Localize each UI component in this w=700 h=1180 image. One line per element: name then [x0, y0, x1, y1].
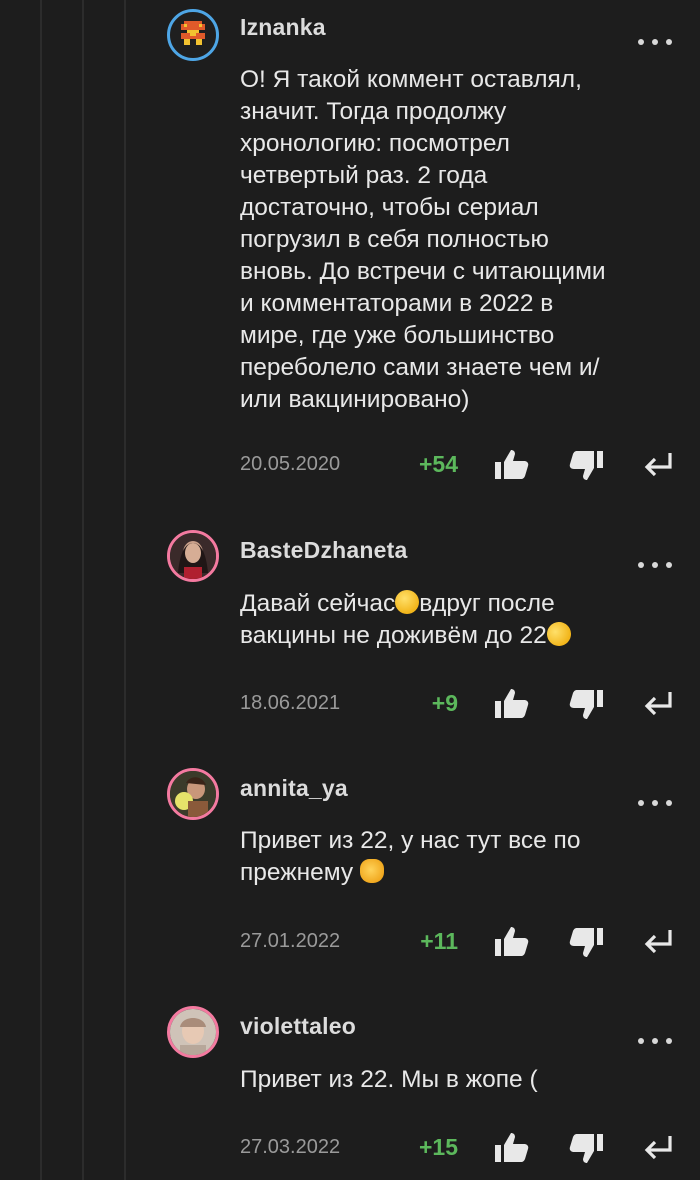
- comment-text-part: вдруг после: [419, 590, 555, 617]
- comment-date: 20.05.2020: [240, 453, 341, 475]
- comment-text-line: погрузил в себя полностью: [240, 226, 549, 253]
- thread-line: [82, 0, 84, 1180]
- comment-text-line: четвертый раз. 2 года: [240, 162, 488, 189]
- comment-text: Привет из 22. Мы в жопе (: [240, 1064, 680, 1096]
- comment-text-part: вакцины не доживём до 22: [240, 622, 547, 649]
- comment-date: 27.01.2022: [240, 930, 341, 952]
- reply-arrow-icon[interactable]: [640, 926, 676, 960]
- pixel-robot-icon: [178, 18, 208, 53]
- rating: +9: [431, 690, 458, 716]
- thumbs-down-icon[interactable]: [568, 688, 604, 722]
- user-photo-icon: [170, 533, 216, 579]
- rating: +15: [418, 1134, 458, 1160]
- user-photo-icon: [170, 771, 216, 817]
- user-photo-icon: [170, 1009, 216, 1055]
- more-options-icon[interactable]: [638, 32, 672, 52]
- more-options-icon[interactable]: [638, 793, 672, 813]
- rating: +11: [420, 928, 458, 954]
- username[interactable]: BasteDzhaneta: [240, 537, 408, 564]
- comment-text-line: вновь. До встречи с читающими: [240, 258, 606, 285]
- rolling-laughing-emoji: [542, 618, 575, 650]
- avatar[interactable]: [167, 1006, 219, 1058]
- comment-text: О! Я такой коммент оставлял, значит. Тог…: [240, 64, 680, 416]
- comment-text-part: прежнему: [240, 859, 354, 886]
- avatar[interactable]: [167, 9, 219, 61]
- comment-text: Давай сейчас вдруг после вакцины не дожив…: [240, 588, 680, 652]
- comment-text-line: вакцины не доживём до 22: [240, 618, 680, 652]
- comment-text-line: и комментаторами в 2022 в: [240, 290, 554, 317]
- thumbs-up-icon[interactable]: [494, 447, 530, 481]
- comment-text-part: Давай сейчас: [240, 590, 396, 617]
- more-options-icon[interactable]: [638, 555, 672, 575]
- comment-text-line: прежнему: [240, 857, 680, 889]
- thumbs-up-icon[interactable]: [494, 1130, 530, 1164]
- thumbs-down-icon[interactable]: [568, 926, 604, 960]
- grinning-face-emoji: [395, 590, 420, 614]
- comment-text-line: значит. Тогда продолжу: [240, 98, 507, 125]
- rating: +54: [418, 451, 458, 477]
- comment-text-line: О! Я такой коммент оставлял,: [240, 66, 582, 93]
- avatar[interactable]: [167, 530, 219, 582]
- comment-text-line: хронологию: посмотрел: [240, 130, 510, 157]
- comment-text: Привет из 22, у нас тут все по прежнему: [240, 825, 680, 889]
- comment-text-line: Давай сейчас вдруг после: [240, 588, 680, 620]
- thumbs-up-icon[interactable]: [494, 924, 530, 958]
- username[interactable]: Iznanka: [240, 14, 326, 41]
- username[interactable]: annita_ya: [240, 775, 348, 802]
- reply-arrow-icon[interactable]: [640, 1132, 676, 1166]
- more-options-icon[interactable]: [638, 1031, 672, 1051]
- username[interactable]: violettaleo: [240, 1013, 356, 1040]
- reply-arrow-icon[interactable]: [640, 449, 676, 483]
- comment-text-line: достаточно, чтобы сериал: [240, 194, 539, 221]
- comment-text-line: мире, где уже большинство: [240, 322, 555, 349]
- thumbs-down-icon[interactable]: [568, 449, 604, 483]
- avatar[interactable]: [167, 768, 219, 820]
- thread-line: [124, 0, 126, 1180]
- comment-text-line: Привет из 22, у нас тут все по: [240, 827, 581, 854]
- thumbs-up-icon[interactable]: [494, 686, 530, 720]
- reply-arrow-icon[interactable]: [640, 688, 676, 722]
- cat-tears-of-joy-emoji: [359, 859, 384, 883]
- comment-text-line: переболело сами знаете чем и/: [240, 354, 600, 381]
- thumbs-down-icon[interactable]: [568, 1132, 604, 1166]
- comment-text-line: или вакцинировано): [240, 386, 470, 413]
- comment-date: 18.06.2021: [240, 692, 341, 714]
- thread-line: [40, 0, 42, 1180]
- comment-text-line: Привет из 22. Мы в жопе (: [240, 1066, 538, 1093]
- comment-date: 27.03.2022: [240, 1136, 341, 1158]
